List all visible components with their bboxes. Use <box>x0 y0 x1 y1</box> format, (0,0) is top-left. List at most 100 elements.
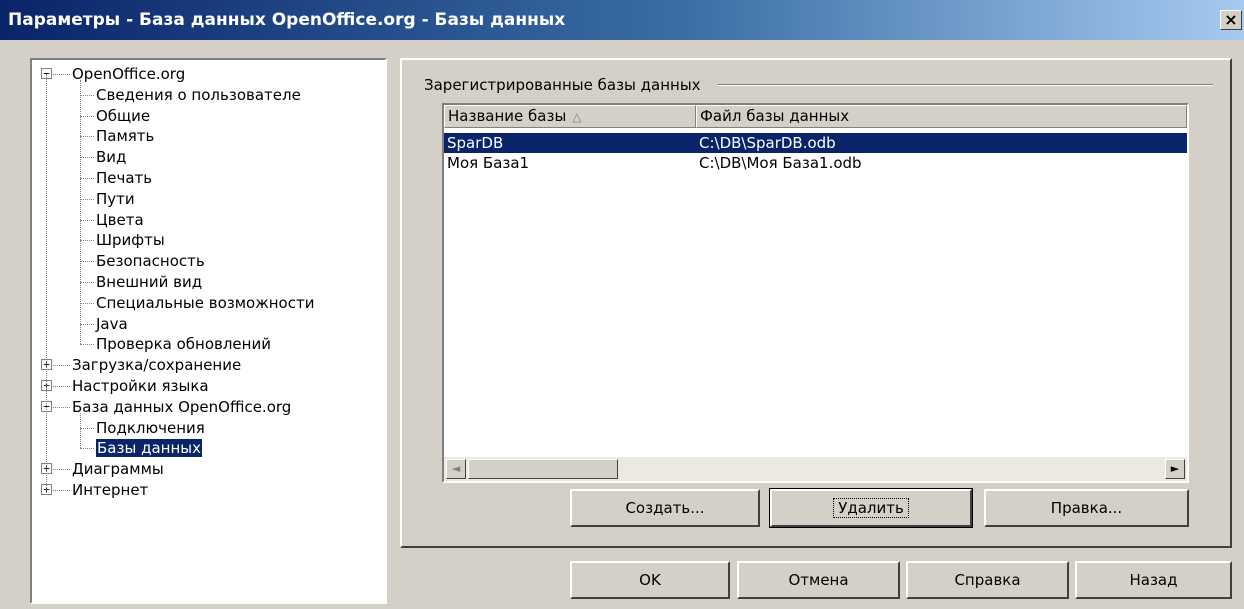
tree-item[interactable]: Загрузка/сохранение <box>72 355 241 376</box>
back-button-label: Назад <box>1129 571 1178 589</box>
tree-item[interactable]: Подключения <box>96 418 205 439</box>
database-file: C:\DB\SparDB.odb <box>699 134 836 152</box>
tree-connector <box>53 490 70 491</box>
delete-button[interactable]: Удалить <box>769 488 973 528</box>
database-name: Моя База1 <box>447 154 530 172</box>
cancel-button[interactable]: Отмена <box>737 561 900 599</box>
tree-item-label: База данных OpenOffice.org <box>72 397 292 416</box>
tree-item-label: Шрифты <box>96 231 165 250</box>
tree-item-label: Память <box>96 127 155 146</box>
tree-item[interactable]: Java <box>96 314 128 335</box>
cancel-button-label: Отмена <box>788 571 849 589</box>
horizontal-scrollbar[interactable]: ◄ ► <box>444 457 1187 481</box>
scroll-thumb[interactable] <box>468 459 618 479</box>
title-bar: Параметры - База данных OpenOffice.org -… <box>0 0 1244 40</box>
help-button-label: Справка <box>954 571 1021 589</box>
tree-connector <box>80 261 94 263</box>
tree-item-label: Базы данных <box>96 439 202 458</box>
edit-button-label: Правка... <box>1050 499 1123 517</box>
column-file-label: Файл базы данных <box>700 107 850 125</box>
sort-ascending-icon: △ <box>572 110 582 124</box>
close-icon: × <box>1224 10 1238 29</box>
tree-item[interactable]: Специальные возможности <box>96 293 314 314</box>
tree-connector <box>80 178 94 179</box>
scroll-right-button[interactable]: ► <box>1165 459 1185 479</box>
table-row[interactable]: Моя База1 C:\DB\Моя База1.odb <box>444 153 1187 173</box>
tree-connector <box>80 427 94 429</box>
tree-item[interactable]: Пути <box>96 189 135 210</box>
tree-item[interactable]: Общие <box>96 106 150 127</box>
tree-connector <box>53 74 70 75</box>
tree-item-label: Java <box>96 314 128 333</box>
tree-connector <box>80 240 94 242</box>
database-list[interactable]: Название базы △ Файл базы данных SparDB C… <box>442 103 1189 483</box>
tree-item[interactable]: Вид <box>96 147 126 168</box>
tree-connector <box>80 115 94 117</box>
options-tree[interactable]: − OpenOffice.org Сведения о пользователе Об… <box>30 58 387 604</box>
tree-connector <box>80 136 94 138</box>
tree-connector <box>53 469 70 471</box>
column-header-name[interactable]: Название базы △ <box>444 105 696 128</box>
tree-item[interactable]: Память <box>96 126 154 147</box>
database-file: C:\DB\Моя База1.odb <box>699 154 862 172</box>
tree-item[interactable]: Базы данных <box>96 438 202 459</box>
tree-item-label: OpenOffice.org <box>72 65 186 83</box>
table-row[interactable]: SparDB C:\DB\SparDB.odb <box>444 133 1187 153</box>
tree-item[interactable]: Шрифты <box>96 230 165 251</box>
tree-item-label: Вид <box>96 148 127 167</box>
close-button[interactable]: × <box>1220 10 1242 30</box>
tree-item-label: Сведения о пользователе <box>96 85 301 104</box>
tree-item-label: Диаграммы <box>72 460 164 479</box>
arrow-left-icon: ◄ <box>451 462 461 475</box>
tree-item-label: Проверка обновлений <box>96 335 271 354</box>
tree-item[interactable]: Диаграммы <box>72 459 164 480</box>
help-button[interactable]: Справка <box>906 561 1069 599</box>
create-button-label: Создать... <box>625 499 705 517</box>
tree-item-label: Настройки языка <box>72 377 209 395</box>
tree-item[interactable]: Интернет <box>72 480 148 501</box>
tree-item-label: Пути <box>96 189 135 208</box>
edit-button[interactable]: Правка... <box>984 489 1189 527</box>
tree-connector <box>80 282 94 283</box>
window-title: Параметры - База данных OpenOffice.org -… <box>8 10 566 30</box>
create-button[interactable]: Создать... <box>570 489 760 527</box>
tree-connector <box>53 386 70 387</box>
tree-connector <box>46 74 47 490</box>
tree-item-label: Общие <box>96 106 151 125</box>
scroll-left-button[interactable]: ◄ <box>446 459 466 479</box>
tree-connector <box>80 323 94 325</box>
tree-connector <box>80 344 94 346</box>
tree-item[interactable]: Настройки языка <box>72 376 209 397</box>
tree-connector <box>53 365 70 367</box>
tree-item[interactable]: Внешний вид <box>96 272 202 293</box>
ok-button[interactable]: OK <box>570 561 730 599</box>
tree-item[interactable]: База данных OpenOffice.org <box>72 397 291 418</box>
tree-item[interactable]: Сведения о пользователе <box>96 85 301 106</box>
tree-item-label: Специальные возможности <box>96 293 315 312</box>
ok-button-label: OK <box>639 571 661 589</box>
tree-item[interactable]: Проверка обновлений <box>96 334 271 355</box>
tree-item[interactable]: OpenOffice.org <box>72 64 185 85</box>
tree-connector <box>80 157 94 159</box>
back-button[interactable]: Назад <box>1075 561 1232 599</box>
tree-item-label: Интернет <box>72 481 149 499</box>
tree-item[interactable]: Цвета <box>96 210 144 231</box>
tree-item-label: Загрузка/сохранение <box>72 356 242 375</box>
tree-connector <box>80 448 94 450</box>
tree-item-label: Подключения <box>96 418 205 437</box>
group-frame-line <box>718 84 1213 86</box>
tree-item-label: Безопасность <box>96 252 205 271</box>
list-header: Название базы △ Файл базы данных <box>444 105 1187 128</box>
tree-connector <box>80 219 94 221</box>
tree-item-label: Цвета <box>96 210 144 229</box>
tree-item[interactable]: Безопасность <box>96 251 205 272</box>
tree-item-label: Внешний вид <box>96 273 203 291</box>
tree-connector <box>80 412 81 449</box>
tree-item[interactable]: Печать <box>96 168 152 189</box>
arrow-right-icon: ► <box>1170 462 1180 475</box>
tree-connector <box>80 94 94 96</box>
column-header-file[interactable]: Файл базы данных <box>696 105 1187 128</box>
tree-connector <box>80 80 81 345</box>
column-name-label: Название базы <box>448 107 567 125</box>
tree-item-label: Печать <box>96 169 153 187</box>
